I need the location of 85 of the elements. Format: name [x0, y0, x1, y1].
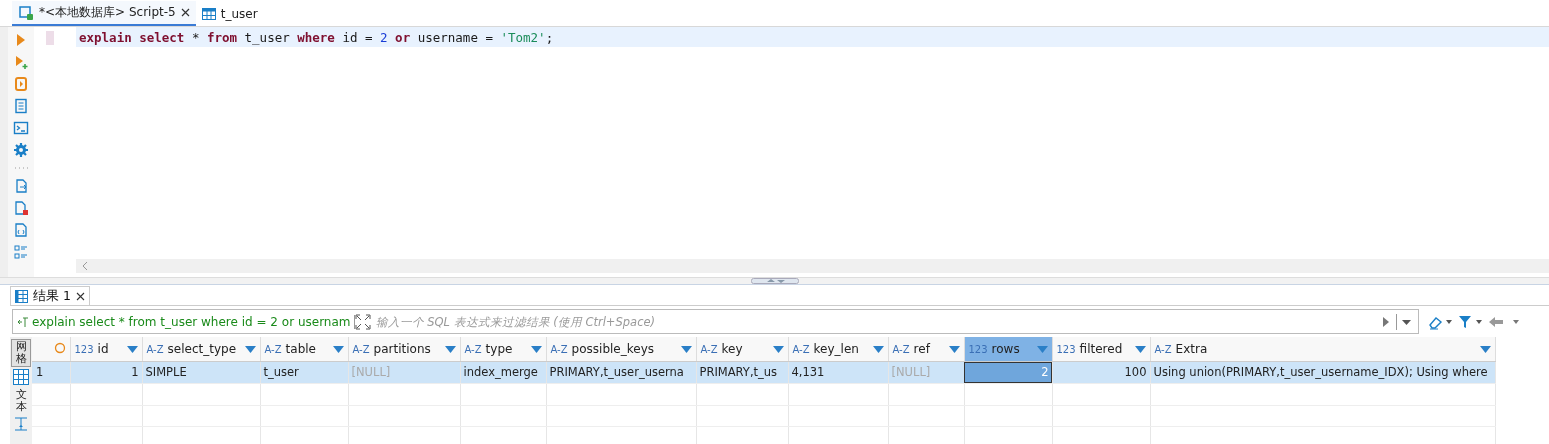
file-variables-icon[interactable] — [13, 222, 29, 238]
type-label: A-Z — [264, 343, 282, 355]
type-label: 123 — [968, 343, 988, 355]
result-tab[interactable]: 结果 1 — [10, 286, 90, 305]
filter-query-label: explain select * from t_user where id = 2 or usernam — [13, 314, 355, 329]
table-cell: 2 — [964, 361, 1052, 384]
type-label: A-Z — [892, 343, 910, 355]
column-header[interactable]: A-Z ref — [888, 337, 964, 362]
column-name: rows — [991, 342, 1021, 356]
table-icon — [201, 7, 216, 20]
run-new-icon[interactable] — [13, 54, 29, 70]
row-selector-icon[interactable] — [53, 341, 66, 354]
table-cell: PRIMARY,t_user_userna — [546, 361, 696, 384]
terminal-icon[interactable] — [13, 120, 29, 136]
table-cell: Using union(PRIMARY,t_user_username_IDX); Using where — [1150, 361, 1495, 384]
settings-icon[interactable] — [13, 142, 29, 158]
panels-icon[interactable] — [14, 417, 28, 432]
column-header[interactable]: A-Z key_len — [788, 337, 888, 362]
expand-icon[interactable] — [354, 313, 371, 330]
sort-caret-icon[interactable] — [1479, 345, 1491, 353]
grid-view-icon[interactable] — [13, 369, 29, 386]
type-label: A-Z — [1154, 343, 1172, 355]
column-header[interactable]: A-Z partitions — [348, 337, 460, 362]
outline-icon[interactable] — [13, 244, 29, 260]
column-name: filtered — [1079, 342, 1124, 356]
script-run-icon[interactable] — [13, 76, 29, 92]
column-name: Extra — [1175, 342, 1209, 356]
column-name: select_type — [167, 342, 238, 356]
editor-tab[interactable]: *<本地数据库> Script-5 — [12, 1, 196, 26]
column-header[interactable]: A-Z Extra — [1150, 337, 1495, 362]
column-header[interactable]: 123 rows — [964, 337, 1052, 362]
type-label: A-Z — [792, 343, 810, 355]
filter-input[interactable]: 输入一个 SQL 表达式来过滤结果 (使用 Ctrl+Space) — [373, 313, 1382, 330]
view-mode-tab[interactable]: 网格 — [11, 339, 31, 368]
sort-caret-icon[interactable] — [244, 345, 256, 353]
column-name: id — [97, 342, 110, 356]
column-name: partitions — [373, 342, 432, 356]
file-error-icon[interactable] — [13, 200, 29, 216]
column-header[interactable]: 123 id — [70, 337, 142, 362]
code-line: explain select * from t_user where id = 2 or username = 'Tom2'; — [79, 29, 554, 45]
export-icon[interactable] — [13, 178, 29, 194]
dropdown-icon[interactable] — [1396, 313, 1414, 330]
type-label: 123 — [74, 343, 94, 355]
column-name: key_len — [813, 342, 860, 356]
result-row[interactable]: 1 1 SIMPLE t_user [NULL] index_merge PRIMARY,t_user_userna PRIMARY,t_us 4,131 [NULL] 2 100 Using union(PRIMARY,t_user_username_IDX); Using where — [32, 361, 1495, 384]
grid-icon — [15, 289, 28, 303]
column-name: possible_keys — [571, 342, 655, 356]
sort-caret-icon[interactable] — [948, 345, 960, 353]
document-icon[interactable] — [13, 98, 29, 114]
column-header[interactable]: A-Z type — [460, 337, 546, 362]
column-header[interactable]: A-Z table — [260, 337, 348, 362]
column-header[interactable]: 123 filtered — [1052, 337, 1150, 362]
sort-caret-icon[interactable] — [126, 345, 138, 353]
type-label: A-Z — [352, 343, 370, 355]
column-header[interactable]: A-Z select_type — [142, 337, 260, 362]
sort-caret-icon[interactable] — [530, 345, 542, 353]
sort-caret-icon[interactable] — [332, 345, 344, 353]
sort-caret-icon[interactable] — [872, 345, 884, 353]
run-filter-icon[interactable] — [1382, 315, 1390, 328]
sort-caret-icon[interactable] — [680, 345, 692, 353]
filter-icon[interactable] — [1457, 313, 1483, 330]
type-label: A-Z — [464, 343, 482, 355]
column-name: type — [485, 342, 514, 356]
column-name: key — [721, 342, 744, 356]
sort-caret-icon[interactable] — [772, 345, 784, 353]
splitter-handle-icon[interactable] — [750, 278, 799, 284]
sort-caret-icon[interactable] — [1134, 345, 1146, 353]
scroll-left-icon — [82, 262, 88, 270]
close-icon — [75, 291, 85, 301]
sort-caret-icon[interactable] — [444, 345, 456, 353]
type-label: A-Z — [146, 343, 164, 355]
column-header[interactable]: A-Z possible_keys — [546, 337, 696, 362]
filter-field[interactable]: explain select * from t_user where id = 2 or usernam 输入一个 SQL 表达式来过滤结果 (使用 Ctrl+Space) — [12, 309, 1419, 334]
script-icon — [18, 4, 34, 21]
column-name: table — [285, 342, 317, 356]
filter-query-icon — [17, 315, 29, 328]
row-number: 1 — [32, 361, 70, 384]
close-icon[interactable] — [180, 8, 190, 17]
more-dots-icon — [13, 164, 29, 172]
view-mode-tab[interactable]: 文本 — [11, 387, 31, 416]
type-label: 123 — [1056, 343, 1076, 355]
column-header[interactable]: A-Z key — [696, 337, 788, 362]
type-label: A-Z — [550, 343, 568, 355]
type-label: A-Z — [700, 343, 718, 355]
column-name: ref — [913, 342, 932, 356]
